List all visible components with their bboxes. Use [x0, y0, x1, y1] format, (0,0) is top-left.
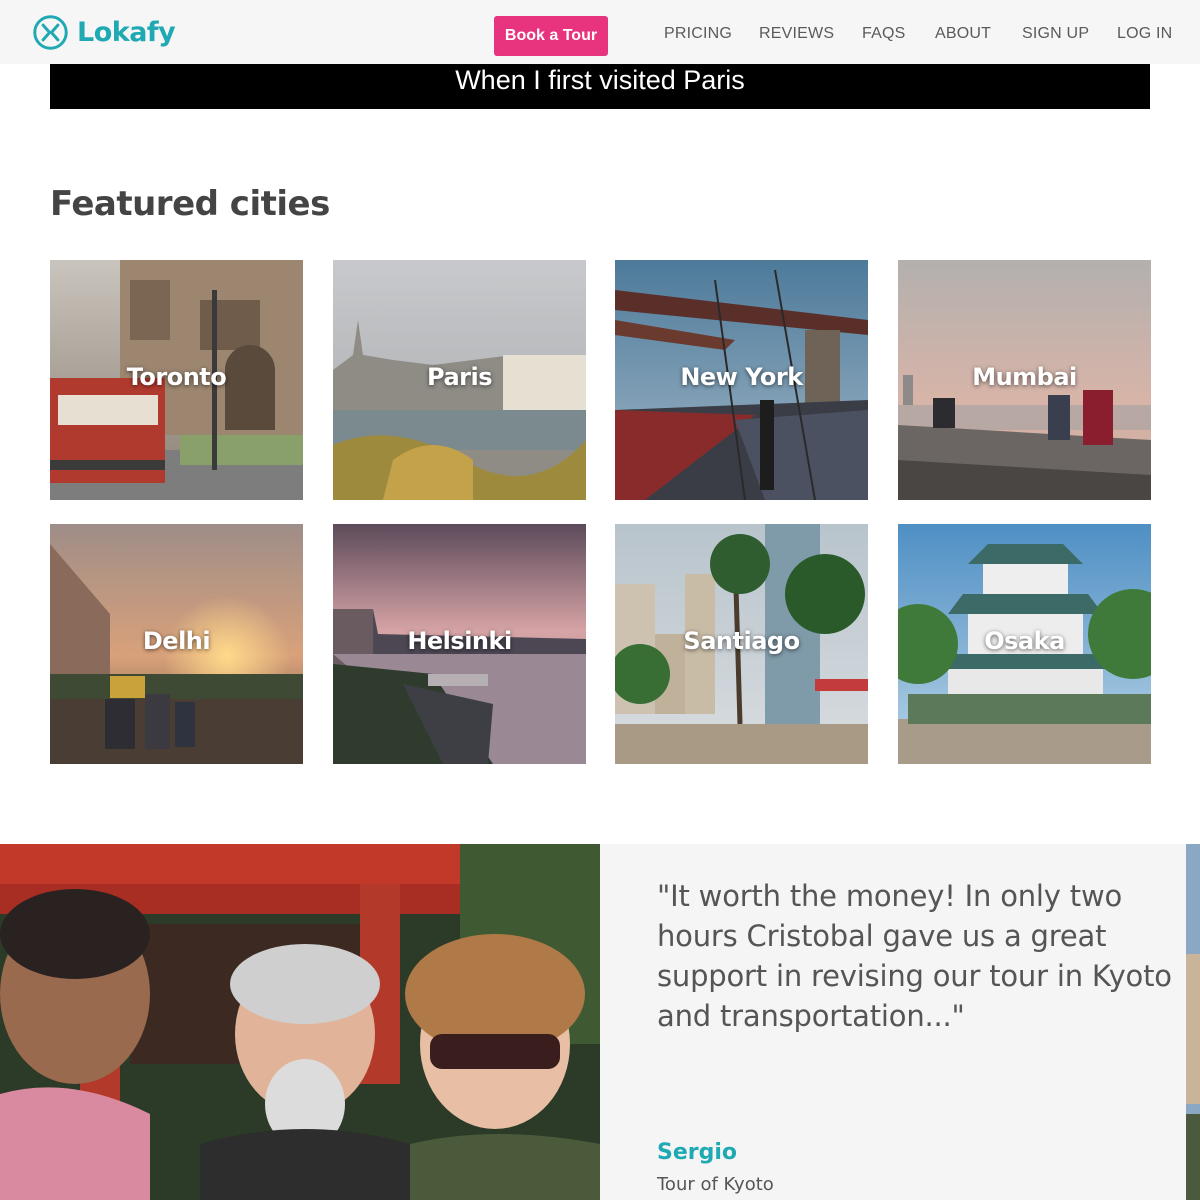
city-card-osaka[interactable]: Osaka: [898, 524, 1151, 764]
city-card-delhi[interactable]: Delhi: [50, 524, 303, 764]
city-card-mumbai[interactable]: Mumbai: [898, 260, 1151, 500]
nav-reviews[interactable]: REVIEWS: [759, 25, 834, 43]
nav-log-in[interactable]: LOG IN: [1117, 25, 1172, 43]
kyoto-selfie-photo: [0, 844, 600, 1200]
video-player[interactable]: When I first visited Paris: [50, 64, 1150, 109]
next-testimonial-photo-peek: [1186, 844, 1200, 1200]
city-name-delhi: Delhi: [142, 627, 211, 655]
nav-about[interactable]: ABOUT: [935, 25, 991, 43]
city-name-mumbai: Mumbai: [972, 363, 1077, 391]
city-name-osaka: Osaka: [984, 627, 1065, 655]
city-card-new-york[interactable]: New York: [615, 260, 868, 500]
city-card-santiago[interactable]: Santiago: [615, 524, 868, 764]
nav-faqs[interactable]: FAQS: [862, 25, 905, 43]
main-nav: PRICING REVIEWS FAQS ABOUT SIGN UP LOG I…: [0, 0, 1200, 64]
featured-cities-title: Featured cities: [50, 184, 330, 224]
city-name-new-york: New York: [680, 363, 803, 391]
nav-sign-up[interactable]: SIGN UP: [1022, 25, 1089, 43]
city-card-paris[interactable]: Paris: [333, 260, 586, 500]
testimonial-author: Sergio: [657, 1140, 738, 1165]
city-name-toronto: Toronto: [126, 363, 227, 391]
city-name-helsinki: Helsinki: [407, 627, 512, 655]
city-card-helsinki[interactable]: Helsinki: [333, 524, 586, 764]
site-header: Lokafy Book a Tour PRICING REVIEWS FAQS …: [0, 0, 1200, 64]
testimonial-quote: "It worth the money! In only two hours C…: [657, 879, 1172, 1033]
city-name-santiago: Santiago: [683, 627, 800, 655]
testimonial-photo: [0, 844, 600, 1200]
city-card-toronto[interactable]: Toronto: [50, 260, 303, 500]
video-caption: When I first visited Paris: [455, 65, 745, 95]
city-name-paris: Paris: [427, 363, 493, 391]
nav-pricing[interactable]: PRICING: [664, 25, 732, 43]
testimonial-card: "It worth the money! In only two hours C…: [600, 844, 1186, 1200]
testimonial-tour: Tour of Kyoto: [657, 1174, 774, 1195]
